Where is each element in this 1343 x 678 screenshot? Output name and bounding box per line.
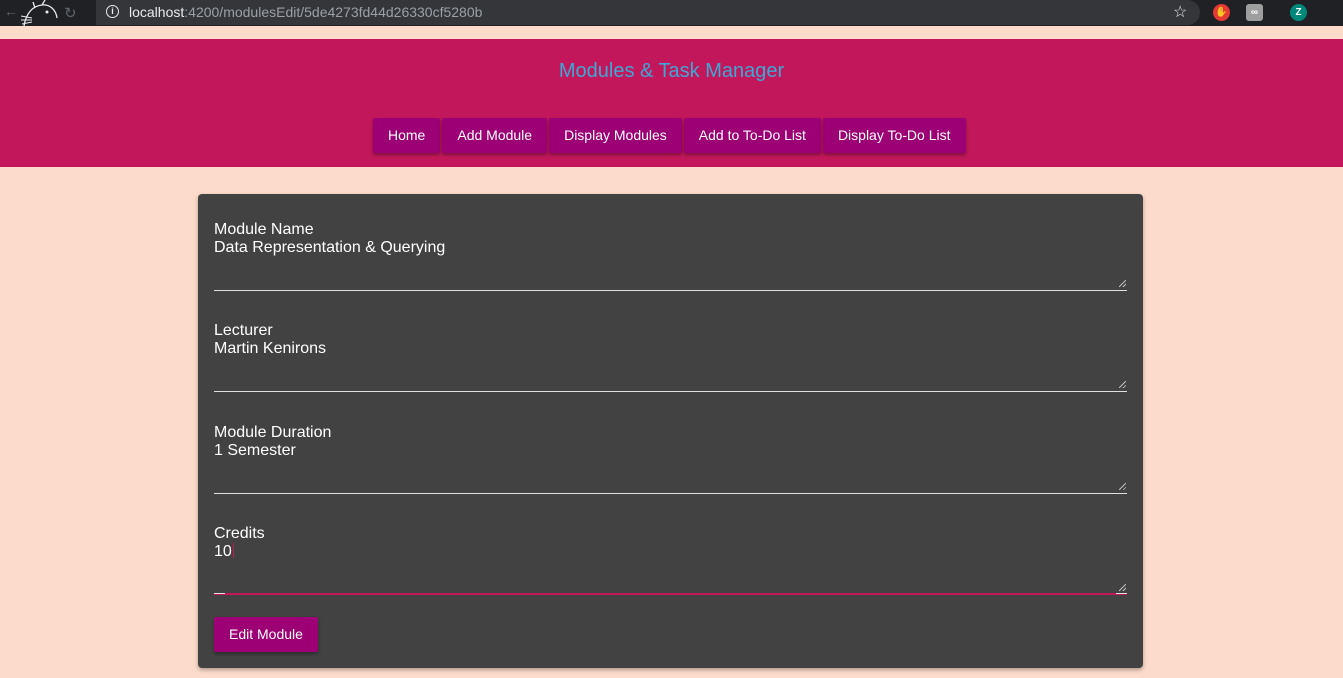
app-header: Modules & Task Manager Home Add Module D…: [0, 39, 1343, 167]
lecturer-field[interactable]: Lecturer Martin Kenirons: [214, 322, 1127, 392]
reload-icon[interactable]: ↻: [64, 4, 77, 22]
resize-handle-icon[interactable]: [1119, 381, 1126, 388]
credits-input[interactable]: 10: [214, 543, 234, 561]
address-bar[interactable]: i localhost:4200/modulesEdit/5de4273fd44…: [96, 0, 1200, 25]
nav-display-modules-button[interactable]: Display Modules: [549, 118, 682, 153]
lecturer-label: Lecturer: [214, 322, 273, 339]
back-icon[interactable]: ←: [4, 3, 18, 19]
resize-handle-icon[interactable]: [1119, 483, 1126, 490]
edit-module-form: Module Name Data Representation & Queryi…: [198, 194, 1143, 668]
module-name-label: Module Name: [214, 221, 314, 238]
url-path: :4200/modulesEdit/5de4273fd44d26330cf528…: [184, 4, 483, 20]
module-name-field[interactable]: Module Name Data Representation & Queryi…: [214, 221, 1127, 291]
field-underline: [214, 290, 1127, 291]
mascot-logo-icon: [20, 0, 58, 27]
url-host: localhost: [129, 4, 185, 20]
credits-value: 10: [214, 543, 232, 560]
app-title: Modules & Task Manager: [558, 60, 785, 82]
resize-handle-icon[interactable]: [1119, 584, 1126, 591]
adblock-extension-icon[interactable]: ✋: [1213, 4, 1230, 21]
browser-toolbar: ← ↻ i localhost:4200/modulesEdit/5de4273…: [0, 0, 1343, 27]
module-duration-input[interactable]: 1 Semester: [214, 442, 296, 460]
nav-home-button[interactable]: Home: [373, 118, 441, 153]
field-underline: [214, 493, 1127, 494]
resize-handle-icon[interactable]: [1119, 280, 1126, 287]
profile-avatar-icon[interactable]: Z: [1290, 4, 1307, 21]
info-icon[interactable]: i: [106, 5, 119, 18]
credits-field[interactable]: Credits 10: [214, 525, 1127, 595]
nav-add-todo-button[interactable]: Add to To-Do List: [683, 118, 821, 153]
field-underline-focused: [214, 593, 1127, 595]
module-duration-field[interactable]: Module Duration 1 Semester: [214, 424, 1127, 494]
credits-label: Credits: [214, 525, 265, 542]
edit-module-button[interactable]: Edit Module: [214, 617, 318, 652]
module-duration-label: Module Duration: [214, 424, 332, 441]
lecturer-input[interactable]: Martin Kenirons: [214, 340, 326, 358]
bookmark-star-icon[interactable]: ☆: [1173, 2, 1187, 22]
main-nav: Home Add Module Display Modules Add to T…: [373, 118, 966, 153]
nav-display-todo-button[interactable]: Display To-Do List: [822, 118, 966, 153]
text-caret: [232, 543, 234, 558]
extension-icon[interactable]: ∞: [1246, 4, 1263, 21]
field-underline: [214, 391, 1127, 392]
nav-add-module-button[interactable]: Add Module: [442, 118, 548, 153]
url-text: localhost:4200/modulesEdit/5de4273fd44d2…: [129, 4, 482, 20]
module-name-input[interactable]: Data Representation & Querying: [214, 239, 445, 257]
